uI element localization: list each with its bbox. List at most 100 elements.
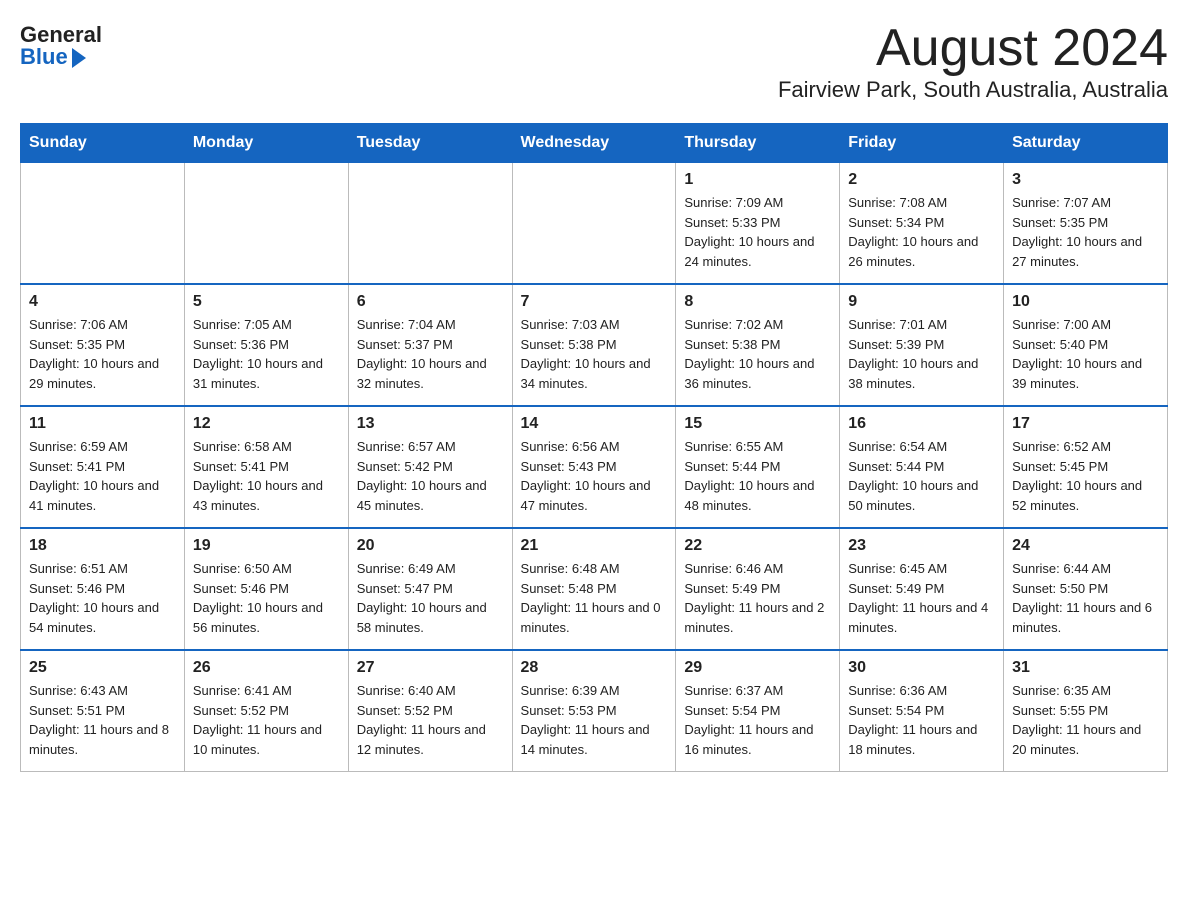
day-number: 24 (1012, 537, 1159, 555)
day-number: 31 (1012, 659, 1159, 677)
table-row: 29 Sunrise: 6:37 AMSunset: 5:54 PMDayligh… (676, 650, 840, 772)
table-row: 10 Sunrise: 7:00 AMSunset: 5:40 PMDayligh… (1004, 284, 1168, 406)
table-row: 13Sunrise: 6:57 AMSunset: 5:42 PMDayligh… (348, 406, 512, 528)
table-row (184, 163, 348, 285)
table-row: 18 Sunrise: 6:51 AMSunset: 5:46 PMDayligh… (21, 528, 185, 650)
day-info: Sunrise: 6:37 AMSunset: 5:54 PMDaylight:… (684, 681, 831, 759)
day-info: Sunrise: 6:45 AMSunset: 5:49 PMDaylight:… (848, 559, 995, 637)
day-number: 17 (1012, 415, 1159, 433)
table-row: 22 Sunrise: 6:46 AMSunset: 5:49 PMDayligh… (676, 528, 840, 650)
table-row: 17Sunrise: 6:52 AMSunset: 5:45 PMDayligh… (1004, 406, 1168, 528)
table-row: 28 Sunrise: 6:39 AMSunset: 5:53 PMDayligh… (512, 650, 676, 772)
day-info: Sunrise: 6:35 AMSunset: 5:55 PMDaylight:… (1012, 681, 1159, 759)
day-number: 26 (193, 659, 340, 677)
day-number: 8 (684, 293, 831, 311)
day-info: Sunrise: 6:41 AMSunset: 5:52 PMDaylight:… (193, 681, 340, 759)
day-number: 20 (357, 537, 504, 555)
day-number: 29 (684, 659, 831, 677)
logo-triangle-icon (72, 48, 86, 68)
header-right: August 2024 Fairview Park, South Austral… (778, 20, 1168, 115)
header-thursday: Thursday (676, 124, 840, 163)
table-row: 19 Sunrise: 6:50 AMSunset: 5:46 PMDayligh… (184, 528, 348, 650)
table-row: 24 Sunrise: 6:44 AMSunset: 5:50 PMDayligh… (1004, 528, 1168, 650)
header-saturday: Saturday (1004, 124, 1168, 163)
day-info: Sunrise: 7:06 AMSunset: 5:35 PMDaylight:… (29, 315, 176, 393)
day-number: 15 (684, 415, 831, 433)
table-row: 30Sunrise: 6:36 AMSunset: 5:54 PMDayligh… (840, 650, 1004, 772)
day-number: 5 (193, 293, 340, 311)
header-tuesday: Tuesday (348, 124, 512, 163)
day-info: Sunrise: 7:04 AMSunset: 5:37 PMDaylight:… (357, 315, 504, 393)
page-header: General Blue August 2024 Fairview Park, … (20, 20, 1168, 115)
day-info: Sunrise: 7:05 AMSunset: 5:36 PMDaylight:… (193, 315, 340, 393)
day-number: 4 (29, 293, 176, 311)
day-info: Sunrise: 6:56 AMSunset: 5:43 PMDaylight:… (521, 437, 668, 515)
table-row: 2 Sunrise: 7:08 AMSunset: 5:34 PMDaylight… (840, 163, 1004, 285)
day-number: 16 (848, 415, 995, 433)
table-row: 6 Sunrise: 7:04 AMSunset: 5:37 PMDaylight… (348, 284, 512, 406)
day-info: Sunrise: 7:01 AMSunset: 5:39 PMDaylight:… (848, 315, 995, 393)
day-info: Sunrise: 6:50 AMSunset: 5:46 PMDaylight:… (193, 559, 340, 637)
table-row: 4 Sunrise: 7:06 AMSunset: 5:35 PMDaylight… (21, 284, 185, 406)
day-number: 10 (1012, 293, 1159, 311)
logo-general-text: General (20, 24, 102, 46)
day-number: 1 (684, 171, 831, 189)
day-info: Sunrise: 6:43 AMSunset: 5:51 PMDaylight:… (29, 681, 176, 759)
table-row: 14Sunrise: 6:56 AMSunset: 5:43 PMDayligh… (512, 406, 676, 528)
table-row: 16 Sunrise: 6:54 AMSunset: 5:44 PMDayligh… (840, 406, 1004, 528)
header-sunday: Sunday (21, 124, 185, 163)
table-row: 12 Sunrise: 6:58 AMSunset: 5:41 PMDayligh… (184, 406, 348, 528)
month-year-title: August 2024 (778, 20, 1168, 77)
table-row: 25 Sunrise: 6:43 AMSunset: 5:51 PMDayligh… (21, 650, 185, 772)
table-row: 8 Sunrise: 7:02 AMSunset: 5:38 PMDaylight… (676, 284, 840, 406)
table-row: 27Sunrise: 6:40 AMSunset: 5:52 PMDayligh… (348, 650, 512, 772)
table-row: 23 Sunrise: 6:45 AMSunset: 5:49 PMDayligh… (840, 528, 1004, 650)
calendar-week-row: 25 Sunrise: 6:43 AMSunset: 5:51 PMDayligh… (21, 650, 1168, 772)
calendar-week-row: 11 Sunrise: 6:59 AMSunset: 5:41 PMDayligh… (21, 406, 1168, 528)
day-number: 30 (848, 659, 995, 677)
day-info: Sunrise: 7:09 AMSunset: 5:33 PMDaylight:… (684, 193, 831, 271)
day-info: Sunrise: 7:02 AMSunset: 5:38 PMDaylight:… (684, 315, 831, 393)
day-info: Sunrise: 7:08 AMSunset: 5:34 PMDaylight:… (848, 193, 995, 271)
day-number: 18 (29, 537, 176, 555)
table-row: 21Sunrise: 6:48 AMSunset: 5:48 PMDayligh… (512, 528, 676, 650)
day-info: Sunrise: 6:58 AMSunset: 5:41 PMDaylight:… (193, 437, 340, 515)
header-wednesday: Wednesday (512, 124, 676, 163)
table-row: 11 Sunrise: 6:59 AMSunset: 5:41 PMDayligh… (21, 406, 185, 528)
day-number: 12 (193, 415, 340, 433)
day-number: 2 (848, 171, 995, 189)
day-number: 3 (1012, 171, 1159, 189)
table-row: 5 Sunrise: 7:05 AMSunset: 5:36 PMDaylight… (184, 284, 348, 406)
table-row: 20Sunrise: 6:49 AMSunset: 5:47 PMDayligh… (348, 528, 512, 650)
calendar-week-row: 18 Sunrise: 6:51 AMSunset: 5:46 PMDayligh… (21, 528, 1168, 650)
day-info: Sunrise: 6:46 AMSunset: 5:49 PMDaylight:… (684, 559, 831, 637)
day-info: Sunrise: 6:51 AMSunset: 5:46 PMDaylight:… (29, 559, 176, 637)
calendar-header-row: Sunday Monday Tuesday Wednesday Thursday… (21, 124, 1168, 163)
table-row (348, 163, 512, 285)
calendar-table: Sunday Monday Tuesday Wednesday Thursday… (20, 123, 1168, 772)
day-info: Sunrise: 6:54 AMSunset: 5:44 PMDaylight:… (848, 437, 995, 515)
table-row: 3 Sunrise: 7:07 AMSunset: 5:35 PMDaylight… (1004, 163, 1168, 285)
day-number: 13 (357, 415, 504, 433)
day-info: Sunrise: 6:39 AMSunset: 5:53 PMDaylight:… (521, 681, 668, 759)
day-info: Sunrise: 7:03 AMSunset: 5:38 PMDaylight:… (521, 315, 668, 393)
day-info: Sunrise: 6:59 AMSunset: 5:41 PMDaylight:… (29, 437, 176, 515)
calendar-week-row: 1 Sunrise: 7:09 AMSunset: 5:33 PMDaylight… (21, 163, 1168, 285)
day-number: 6 (357, 293, 504, 311)
logo: General Blue (20, 24, 102, 68)
day-number: 22 (684, 537, 831, 555)
day-info: Sunrise: 6:44 AMSunset: 5:50 PMDaylight:… (1012, 559, 1159, 637)
day-number: 11 (29, 415, 176, 433)
day-number: 23 (848, 537, 995, 555)
day-info: Sunrise: 7:07 AMSunset: 5:35 PMDaylight:… (1012, 193, 1159, 271)
day-number: 25 (29, 659, 176, 677)
day-info: Sunrise: 6:55 AMSunset: 5:44 PMDaylight:… (684, 437, 831, 515)
table-row: 31 Sunrise: 6:35 AMSunset: 5:55 PMDayligh… (1004, 650, 1168, 772)
day-number: 28 (521, 659, 668, 677)
day-info: Sunrise: 6:48 AMSunset: 5:48 PMDaylight:… (521, 559, 668, 637)
day-number: 19 (193, 537, 340, 555)
day-info: Sunrise: 7:00 AMSunset: 5:40 PMDaylight:… (1012, 315, 1159, 393)
logo-blue-text: Blue (20, 46, 68, 68)
day-number: 27 (357, 659, 504, 677)
header-monday: Monday (184, 124, 348, 163)
